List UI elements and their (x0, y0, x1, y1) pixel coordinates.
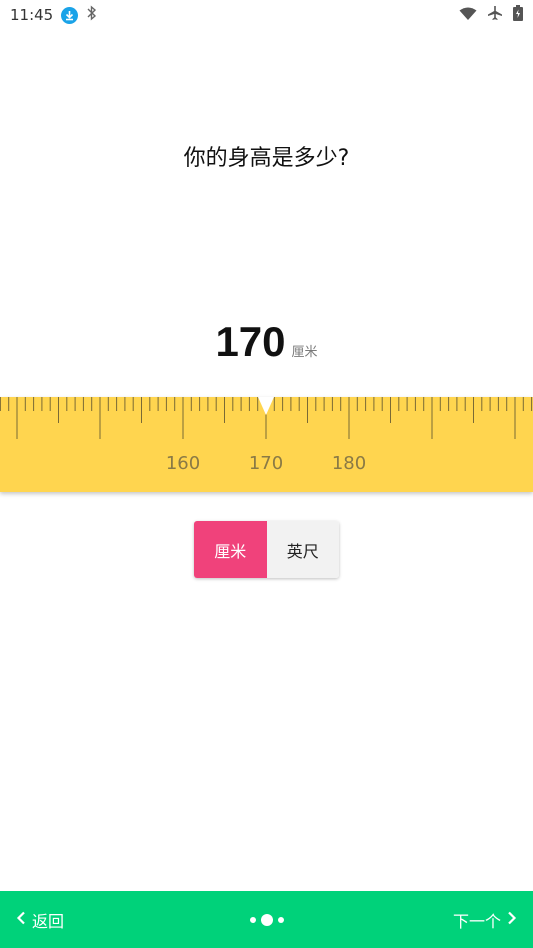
height-ruler[interactable]: 160 170 180 (0, 397, 533, 492)
page-dot (278, 916, 284, 923)
next-button[interactable]: 下一个 (453, 891, 517, 948)
battery-icon (513, 5, 523, 25)
back-button[interactable]: 返回 (16, 891, 64, 948)
unit-option-ft[interactable]: 英尺 (266, 521, 339, 578)
back-label: 返回 (32, 911, 65, 931)
bluetooth-icon (86, 5, 98, 25)
question-title: 你的身高是多少? (183, 146, 350, 171)
status-bar: 11:45 (0, 0, 533, 30)
chevron-right-icon (507, 910, 517, 929)
status-time: 11:45 (10, 6, 54, 24)
bottom-nav-bar: 返回 下一个 (0, 891, 533, 948)
wifi-icon (459, 6, 477, 25)
screen: 11:45 你的身高是多少? 170 厘米 160 170 180 厘米 英尺 … (0, 0, 533, 948)
unit-toggle: 厘米 英尺 (194, 521, 339, 578)
status-right (459, 5, 523, 25)
unit-option-cm[interactable]: 厘米 (194, 521, 267, 578)
ruler-scale[interactable]: 160 170 180 (0, 397, 533, 492)
height-readout: 170 厘米 (0, 318, 533, 366)
chevron-left-icon (16, 910, 26, 929)
height-unit: 厘米 (291, 345, 318, 360)
next-label: 下一个 (452, 911, 501, 931)
height-value: 170 (215, 318, 286, 365)
download-icon (61, 6, 79, 24)
ruler-pointer-icon (258, 397, 274, 415)
ruler-label-170: 170 (249, 453, 283, 474)
page-indicator (250, 891, 284, 948)
ruler-label-160: 160 (166, 453, 200, 474)
page-dot (250, 916, 256, 923)
status-left: 11:45 (10, 5, 98, 25)
page-dot-active (261, 913, 273, 926)
ruler-label-180: 180 (332, 453, 366, 474)
airplane-icon (487, 5, 503, 25)
